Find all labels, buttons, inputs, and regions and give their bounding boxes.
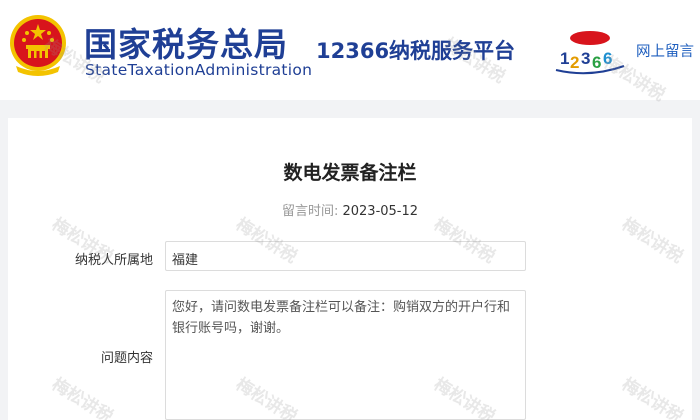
brand-title-cn: 国家税务总局 — [84, 25, 288, 64]
message-date-value: 2023-05-12 — [342, 204, 419, 219]
svg-text:6: 6 — [592, 53, 601, 72]
question-textarea[interactable]: 您好，请问数电发票备注栏可以备注：购销双方的开户行和银行账号吗，谢谢。 — [165, 290, 526, 420]
page-title: 数电发票备注栏 — [283, 162, 417, 184]
platform-title: 12366纳税服务平台 — [316, 39, 516, 63]
message-date-label: 留言时间: — [281, 204, 339, 219]
svg-text:6: 6 — [603, 49, 612, 68]
region-field[interactable]: 福建 — [165, 241, 526, 271]
svg-text:1: 1 — [560, 49, 569, 68]
message-date: 留言时间: 2023-05-12 — [8, 200, 692, 219]
brand-title-en: StateTaxationAdministration — [85, 61, 313, 79]
message-detail-card: 数电发票备注栏 留言时间: 2023-05-12 纳税人所属地 福建 问题内容 … — [8, 118, 692, 420]
question-label: 问题内容 — [100, 351, 153, 366]
svg-text:3: 3 — [581, 49, 590, 68]
region-label: 纳税人所属地 — [74, 253, 153, 268]
12366-logo-icon: 1 2 3 6 6 — [555, 31, 625, 75]
online-message-link[interactable]: 网上留言 — [636, 40, 694, 61]
site-header: 国家税务总局 StateTaxationAdministration 12366… — [0, 0, 700, 100]
svg-text:2: 2 — [570, 53, 579, 72]
national-emblem-icon — [10, 15, 66, 76]
